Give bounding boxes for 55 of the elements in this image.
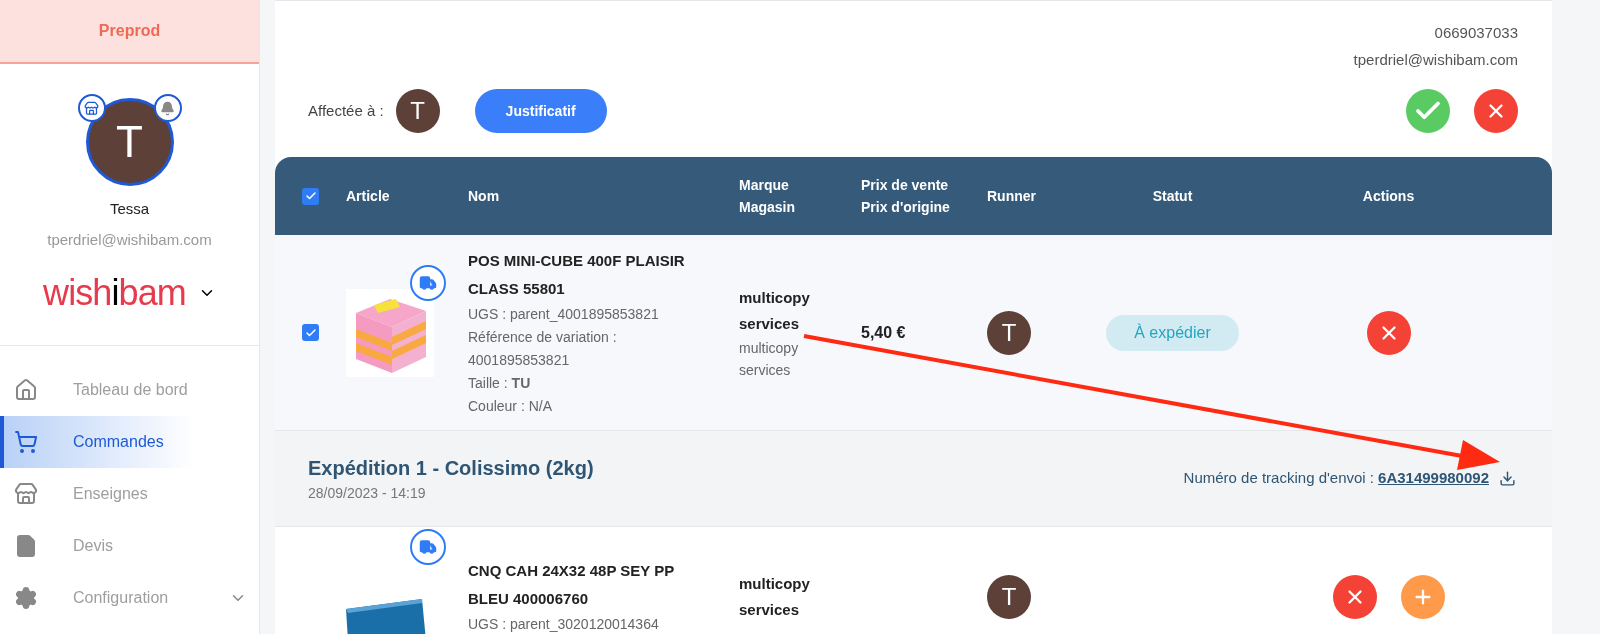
nav-item[interactable]: Devis <box>0 520 259 572</box>
brand-selector[interactable]: wishibam <box>43 275 216 311</box>
user-name: Tessa <box>109 199 150 219</box>
price: 5,40 € <box>861 323 906 341</box>
user-email: tperdriel@wishibam.com <box>47 229 212 250</box>
brand-logo: wishibam <box>43 275 186 311</box>
user-avatar: T <box>987 310 1031 355</box>
shipment-date: 28/09/2023 - 14:19 <box>308 484 427 503</box>
product-detail: Taille : TU <box>468 374 532 393</box>
column-header: Nom <box>468 187 501 206</box>
cart-icon <box>14 430 38 454</box>
nav-item[interactable]: Enseignes <box>0 468 259 520</box>
product-detail: UGS : parent_4001895853821 <box>468 305 660 324</box>
document-icon <box>14 534 38 558</box>
tracking-link[interactable]: 6A31499980092 <box>1378 467 1489 490</box>
nav-item[interactable]: Tableau de bord <box>0 364 259 416</box>
column-header: Marque Magasin <box>739 176 796 217</box>
nav-item[interactable]: Configuration <box>0 572 259 624</box>
checkbox[interactable] <box>302 187 319 205</box>
notification-bell-icon[interactable] <box>153 94 182 122</box>
column-header: Runner <box>987 187 1037 206</box>
approve-button[interactable] <box>1406 89 1450 133</box>
shipment-title: Expédition 1 - Colissimo (2kg) <box>308 456 594 481</box>
download-icon[interactable] <box>1499 470 1516 487</box>
settings-icon <box>14 586 38 610</box>
tracking-label: Numéro de tracking d'envoi : <box>1183 468 1375 489</box>
user-avatar: T <box>987 574 1031 619</box>
environment-banner: Preprod <box>0 0 259 64</box>
user-avatar: T <box>395 89 440 133</box>
home-icon <box>14 378 38 402</box>
product-detail: Référence de variation : 4001895853821 <box>468 328 618 370</box>
check-icon <box>304 190 317 202</box>
product-detail: Couleur : N/A <box>468 397 554 416</box>
delivery-truck-icon <box>410 264 446 301</box>
store-name: multicopy services <box>739 338 800 380</box>
contact-email: tperdriel@wishibam.com <box>1353 50 1518 70</box>
assigned-label: Affectée à : <box>308 100 384 121</box>
product-name: POS MINI-CUBE 400F PLAISIR CLASS 55801 <box>468 251 686 299</box>
check-icon <box>304 326 317 339</box>
status-badge: À expédier <box>1106 314 1239 351</box>
product-name: CNQ CAH 24X32 48P SEY PP BLEU 400006760 <box>468 561 675 609</box>
receipt-button[interactable]: Justificatif <box>474 89 607 133</box>
profile-avatar: T <box>85 98 174 186</box>
checkbox[interactable] <box>302 324 319 341</box>
column-header: Article <box>346 187 391 206</box>
phone-number: 0669037033 <box>1434 23 1518 43</box>
store-icon[interactable] <box>77 94 106 122</box>
brand-name: multicopy services <box>739 573 811 620</box>
column-header: Actions <box>1361 187 1416 206</box>
column-header: Prix de vente Prix d'origine <box>861 176 951 217</box>
store-icon <box>14 482 38 506</box>
product-detail: UGS : parent_3020120014364 <box>468 615 660 634</box>
column-header: Statut <box>1151 187 1194 206</box>
brand-name: multicopy services <box>739 287 811 334</box>
reject-button[interactable] <box>1474 89 1518 133</box>
